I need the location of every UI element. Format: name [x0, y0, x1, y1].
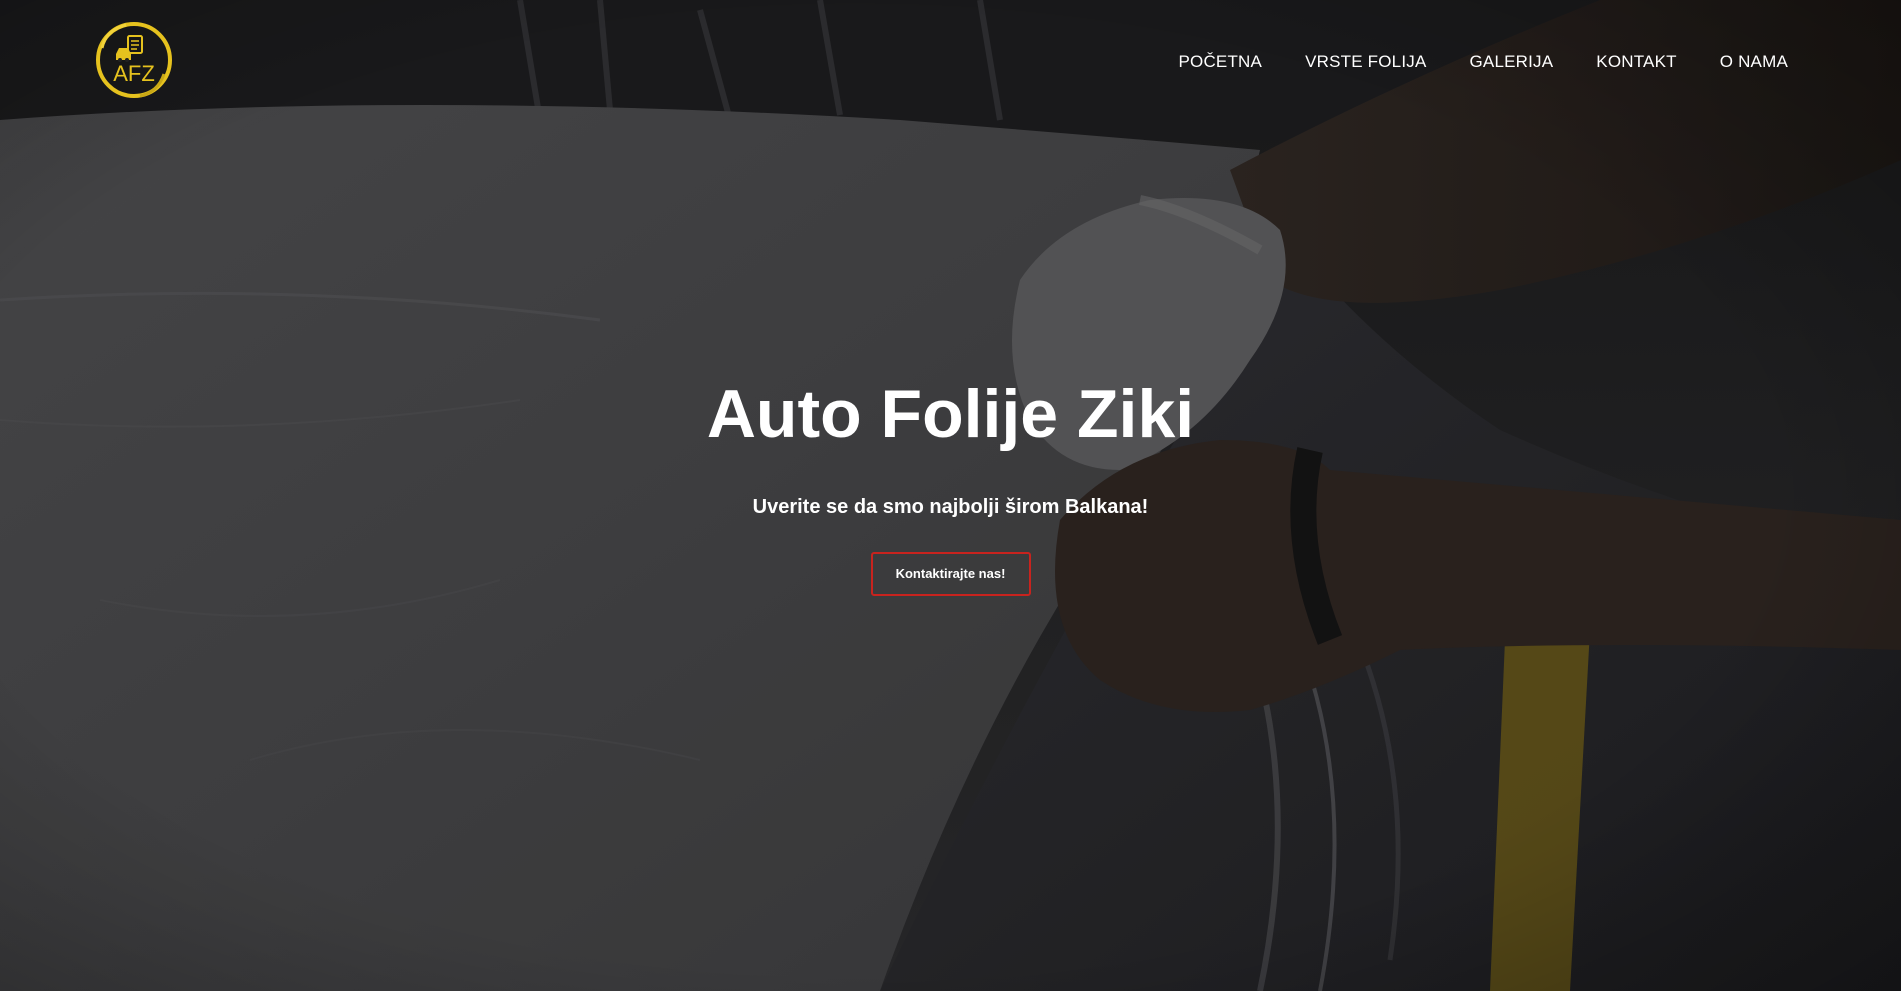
main-nav: POČETNA VRSTE FOLIJA GALERIJA KONTAKT O …	[1135, 50, 1788, 74]
hero-section: AFZ POČETNA VRSTE FOLIJA GALERIJA KONTAK…	[0, 0, 1901, 991]
contact-us-button[interactable]: Kontaktirajte nas!	[870, 552, 1031, 596]
hero-title: Auto Folije Ziki	[706, 376, 1195, 452]
hero-content: Auto Folije Ziki Uverite se da smo najbo…	[0, 372, 1901, 596]
nav-item-galerija[interactable]: GALERIJA	[1470, 50, 1554, 74]
logo-link[interactable]: AFZ	[92, 18, 176, 102]
nav-item-kontakt[interactable]: KONTAKT	[1596, 50, 1676, 74]
nav-item-vrste-folija[interactable]: VRSTE FOLIJA	[1305, 50, 1426, 74]
afz-logo-icon: AFZ	[96, 22, 172, 98]
svg-text:AFZ: AFZ	[113, 61, 155, 86]
hero-subtitle: Uverite se da smo najbolji širom Balkana…	[752, 496, 1149, 518]
site-header: AFZ POČETNA VRSTE FOLIJA GALERIJA KONTAK…	[0, 0, 1901, 125]
nav-item-pocetna[interactable]: POČETNA	[1178, 50, 1262, 74]
nav-item-o-nama[interactable]: O NAMA	[1720, 50, 1788, 74]
